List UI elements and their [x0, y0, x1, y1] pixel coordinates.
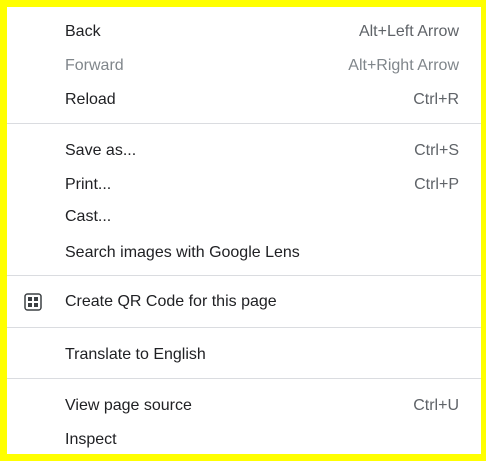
menu-item-qr-code[interactable]: Create QR Code for this page — [7, 287, 481, 317]
menu-item-forward: Forward Alt+Right Arrow — [7, 51, 481, 81]
menu-separator — [7, 378, 481, 379]
menu-item-inspect[interactable]: Inspect — [7, 425, 481, 455]
menu-item-label: Reload — [65, 91, 116, 108]
menu-item-search-lens[interactable]: Search images with Google Lens — [7, 238, 481, 268]
menu-item-shortcut: Ctrl+U — [413, 397, 459, 414]
menu-item-label: Inspect — [65, 431, 117, 448]
menu-item-back[interactable]: Back Alt+Left Arrow — [7, 17, 481, 47]
menu-item-print[interactable]: Print... Ctrl+P — [7, 170, 481, 200]
menu-item-label: Back — [65, 23, 101, 40]
menu-item-label: Translate to English — [65, 346, 206, 363]
context-menu: Back Alt+Left Arrow Forward Alt+Right Ar… — [7, 7, 481, 454]
menu-item-cast[interactable]: Cast... — [7, 202, 481, 232]
menu-item-view-source[interactable]: View page source Ctrl+U — [7, 391, 481, 421]
qr-code-icon — [24, 293, 42, 311]
menu-item-label: Print... — [65, 176, 112, 193]
menu-item-label: Save as... — [65, 142, 137, 159]
menu-item-save-as[interactable]: Save as... Ctrl+S — [7, 136, 481, 166]
menu-item-label: Search images with Google Lens — [65, 244, 300, 261]
menu-item-label: View page source — [65, 397, 192, 414]
menu-separator — [7, 123, 481, 124]
menu-item-shortcut: Ctrl+R — [413, 91, 459, 108]
menu-separator — [7, 327, 481, 328]
menu-item-label: Cast... — [65, 208, 112, 225]
menu-item-translate[interactable]: Translate to English — [7, 340, 481, 370]
menu-item-label: Create QR Code for this page — [65, 293, 277, 310]
menu-item-shortcut: Alt+Right Arrow — [348, 57, 459, 74]
menu-item-reload[interactable]: Reload Ctrl+R — [7, 85, 481, 115]
menu-item-shortcut: Ctrl+S — [414, 142, 459, 159]
menu-item-shortcut: Alt+Left Arrow — [358, 23, 459, 40]
menu-item-shortcut: Ctrl+P — [414, 176, 459, 193]
menu-item-label: Forward — [65, 57, 124, 74]
menu-separator — [7, 275, 481, 276]
